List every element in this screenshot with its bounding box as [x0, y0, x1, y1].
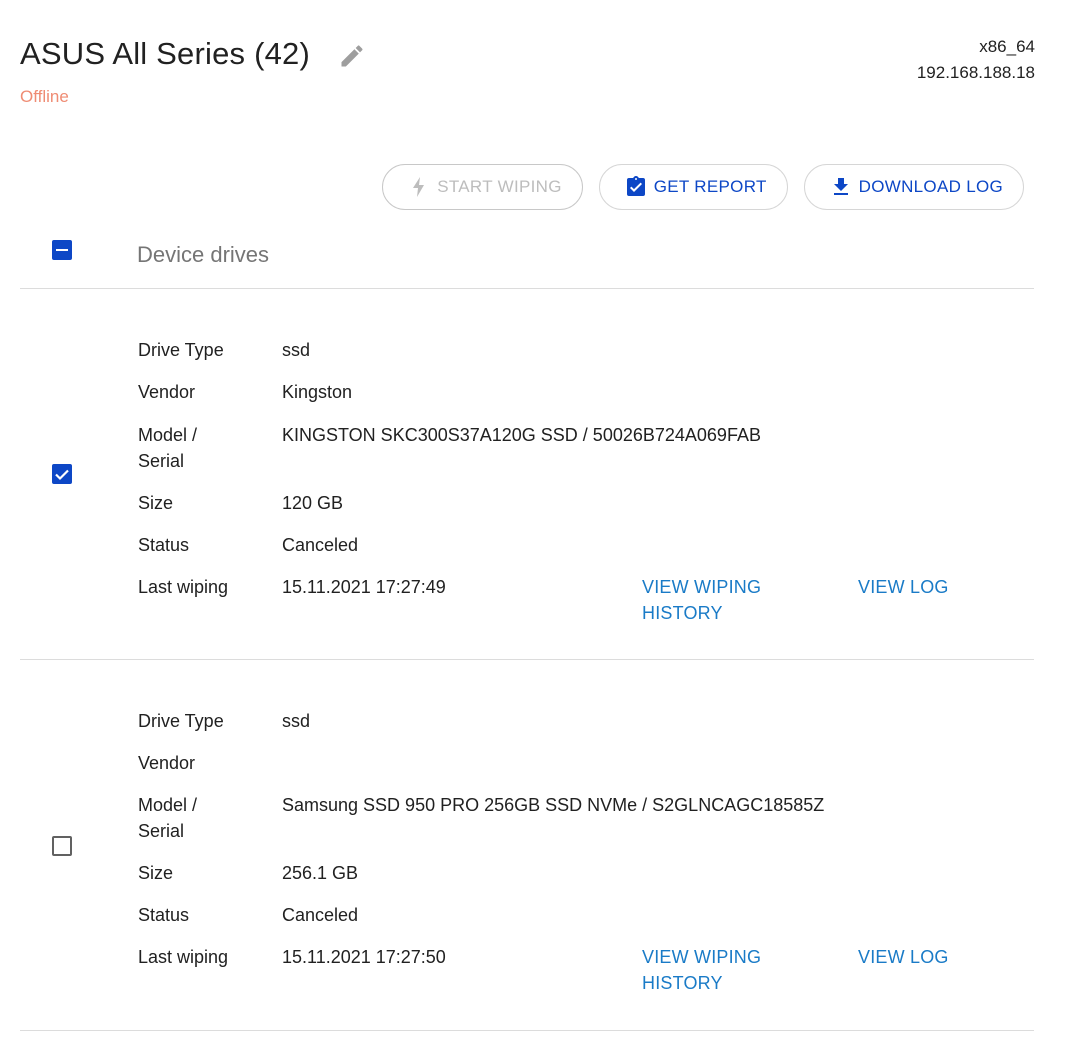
ip-address-label: 192.168.188.18: [916, 63, 1035, 82]
drive-type-label: Drive Type: [138, 711, 224, 731]
download-log-label: DOWNLOAD LOG: [858, 177, 1003, 196]
status-label: Status: [138, 905, 190, 925]
view-wiping-history-link[interactable]: VIEW WIPING HISTORY: [642, 944, 761, 996]
vendor-label: Vendor: [138, 753, 196, 773]
model-serial-value: Samsung SSD 950 PRO 256GB SSD NVMe / S2G…: [282, 795, 825, 815]
view-wiping-history-line-1: VIEW WIPING: [642, 577, 762, 597]
size-label: Size: [138, 493, 174, 513]
action-toolbar: START WIPING GET REPORT DOWNLOAD LOG: [382, 164, 1024, 212]
lightning-icon: [407, 175, 431, 199]
section-title: Device drives: [137, 242, 270, 267]
size-value: 256.1 GB: [282, 863, 359, 883]
view-log-link[interactable]: VIEW LOG: [858, 944, 949, 970]
size-label: Size: [138, 863, 174, 883]
clipboard-check-icon: [624, 175, 648, 199]
page-title: ASUS All Series (42): [20, 36, 310, 71]
indeterminate-icon: [56, 249, 68, 251]
status-badge: Offline: [20, 87, 69, 106]
drive-checkbox-1[interactable]: [52, 464, 72, 484]
drive-type-value: ssd: [282, 340, 311, 360]
drive-card-1: Drive Type ssd Vendor Kingston Model / S…: [20, 289, 1034, 660]
model-label-line: Model /: [138, 795, 198, 815]
status-value: Canceled: [282, 905, 359, 925]
vendor-value: Kingston: [282, 382, 353, 402]
size-value: 120 GB: [282, 493, 344, 513]
select-all-checkbox[interactable]: [52, 240, 72, 260]
serial-label-line: Serial: [138, 821, 185, 841]
drive-card-2: Drive Type ssd Vendor Model / Serial Sam…: [20, 660, 1034, 1031]
status-value: Canceled: [282, 535, 359, 555]
model-serial-value: KINGSTON SKC300S37A120G SSD / 50026B724A…: [282, 425, 761, 445]
vendor-label: Vendor: [138, 382, 196, 402]
view-wiping-history-line-1: VIEW WIPING: [642, 947, 762, 967]
start-wiping-button[interactable]: START WIPING: [382, 164, 583, 210]
last-wiping-label: Last wiping: [138, 577, 229, 597]
architecture-label: x86_64: [979, 37, 1035, 56]
last-wiping-value: 15.11.2021 17:27:49: [282, 577, 446, 597]
drive-type-label: Drive Type: [138, 340, 224, 360]
view-wiping-history-link[interactable]: VIEW WIPING HISTORY: [642, 574, 761, 626]
view-log-link[interactable]: VIEW LOG: [858, 574, 949, 600]
drive-type-value: ssd: [282, 711, 311, 731]
drive-checkbox-2[interactable]: [52, 836, 72, 856]
download-icon: [829, 175, 853, 199]
start-wiping-label: START WIPING: [437, 177, 562, 196]
view-wiping-history-line-2: HISTORY: [642, 973, 723, 993]
serial-label-line: Serial: [138, 451, 185, 471]
get-report-button[interactable]: GET REPORT: [598, 164, 788, 210]
download-log-button[interactable]: DOWNLOAD LOG: [803, 164, 1024, 210]
device-meta: x86_64 192.168.188.18: [917, 34, 1035, 86]
device-header: ASUS All Series (42) Offline x86_64 192.…: [20, 36, 1035, 116]
model-serial-label: Model / Serial: [138, 792, 268, 844]
status-label: Status: [138, 535, 190, 555]
model-serial-label: Model / Serial: [138, 422, 268, 474]
pencil-icon[interactable]: [338, 42, 366, 70]
model-label-line: Model /: [138, 425, 198, 445]
check-icon: [55, 469, 69, 481]
last-wiping-label: Last wiping: [138, 947, 229, 967]
get-report-label: GET REPORT: [653, 177, 767, 196]
view-wiping-history-line-2: HISTORY: [642, 603, 723, 623]
device-drives-header: Device drives: [20, 236, 1034, 289]
last-wiping-value: 15.11.2021 17:27:50: [282, 947, 446, 967]
